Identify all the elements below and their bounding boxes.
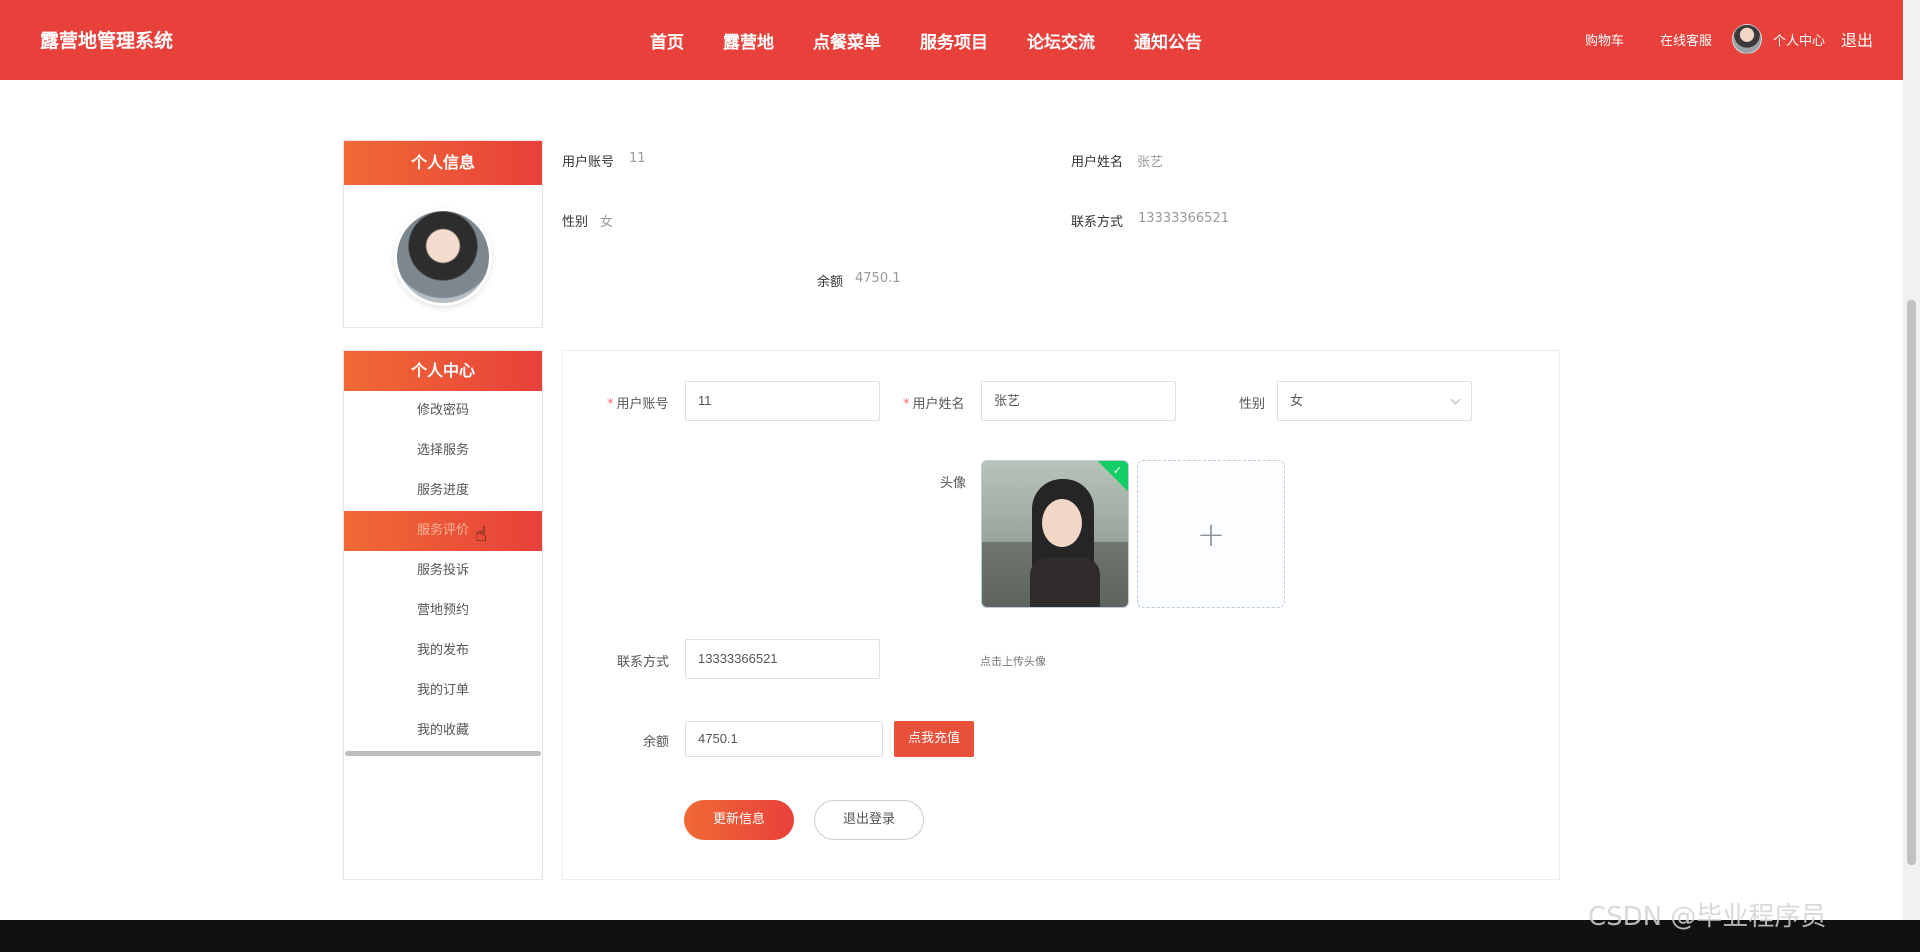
logout-link[interactable]: 退出 [1841,27,1873,51]
menu-title: 个人中心 [344,351,542,391]
account-field-label: * 用户账号 [607,393,669,412]
info-phone-label: 联系方式 [1071,215,1124,230]
balance-field-label: 余额 [643,735,670,750]
header-avatar[interactable] [1731,24,1762,54]
page-scrollbar-thumb[interactable] [1907,300,1916,865]
name-input[interactable]: 张艺 [981,381,1176,421]
csdn-watermark: CSDN @毕业程序员 [1588,902,1827,932]
nav-home[interactable]: 首页 [650,28,684,53]
gender-select-value: 女 [1290,393,1304,408]
avatar-field-label: 头像 [940,476,967,491]
info-name-value: 张艺 [1137,155,1164,170]
balance-input[interactable]: 4750.1 [685,721,883,757]
avatar-upload-button[interactable]: + [1137,460,1285,608]
profile-card-title: 个人信息 [344,141,542,185]
update-info-button[interactable]: 更新信息 [684,800,794,840]
check-icon: ✓ [1112,464,1122,477]
menu-item-service-progress[interactable]: 服务进度 [344,471,542,511]
info-balance-label: 余额 [817,275,844,290]
menu-list: 修改密码 选择服务 服务进度 服务评价 服务投诉 营地预约 我的发布 我的订单 … [344,391,542,751]
menu-item-change-password[interactable]: 修改密码 [344,391,542,431]
required-mark: * [903,397,910,412]
menu-item-my-posts[interactable]: 我的发布 [344,631,542,671]
info-name-label: 用户姓名 [1071,155,1124,170]
menu-item-service-review[interactable]: 服务评价 [344,511,542,551]
top-header: 露营地管理系统 首页 露营地 点餐菜单 服务项目 论坛交流 通知公告 购物车 在… [0,0,1903,80]
info-account-value: 11 [629,151,646,166]
nav-forum[interactable]: 论坛交流 [1027,28,1095,53]
phone-field-label: 联系方式 [617,655,670,670]
account-label-text: 用户账号 [616,397,669,412]
name-field-label: * 用户姓名 [903,393,965,412]
info-account-label: 用户账号 [562,155,615,170]
header-actions: 购物车 在线客服 个人中心 退出 [1549,24,1873,54]
nav-notices[interactable]: 通知公告 [1134,28,1202,53]
user-center-menu: 个人中心 修改密码 选择服务 服务进度 服务评价 服务投诉 营地预约 我的发布 … [343,350,543,880]
user-center-link[interactable]: 个人中心 [1773,30,1825,49]
gender-field-label: 性别 [1239,397,1266,412]
site-brand[interactable]: 露营地管理系统 [40,26,173,53]
avatar-face [1042,499,1082,547]
menu-item-service-complaint[interactable]: 服务投诉 [344,551,542,591]
account-input[interactable]: 11 [685,381,880,421]
nav-campsite[interactable]: 露营地 [723,28,774,53]
recharge-button[interactable]: 点我充值 [894,721,975,757]
menu-item-select-service[interactable]: 选择服务 [344,431,542,471]
gender-select[interactable]: 女 [1277,381,1472,421]
phone-input[interactable]: 13333366521 [685,639,880,679]
avatar-uploaded-image[interactable]: ✓ [981,460,1129,608]
plus-icon: + [1196,515,1226,555]
menu-scrollbar[interactable] [345,751,541,756]
online-support-link[interactable]: 在线客服 [1660,30,1712,49]
nav-services[interactable]: 服务项目 [920,28,988,53]
info-balance-value: 4750.1 [855,271,901,286]
hand-cursor-icon: ☝ [475,522,488,546]
cart-link[interactable]: 购物车 [1585,30,1624,49]
main-nav: 首页 露营地 点餐菜单 服务项目 论坛交流 通知公告 [650,28,1241,53]
nav-menu[interactable]: 点餐菜单 [813,28,881,53]
info-phone-value: 13333366521 [1138,211,1229,226]
menu-item-my-favorites[interactable]: 我的收藏 [344,711,542,751]
required-mark: * [607,397,614,412]
menu-item-campsite-booking[interactable]: 营地预约 [344,591,542,631]
chevron-down-icon [1450,394,1461,405]
page-scrollbar[interactable] [1903,0,1920,920]
profile-avatar [397,211,489,303]
info-gender-value: 女 [600,215,614,230]
menu-item-my-orders[interactable]: 我的订单 [344,671,542,711]
avatar-coat [1030,557,1100,607]
info-gender-label: 性别 [562,215,589,230]
name-label-text: 用户姓名 [912,397,965,412]
profile-edit-form: * 用户账号 11 * 用户姓名 张艺 性别 女 头像 ✓ + 联系方式 13333… [562,350,1560,880]
upload-tip-text: 点击上传头像 [980,655,1046,668]
logout-account-button[interactable]: 退出登录 [814,800,924,840]
profile-card: 个人信息 [343,140,543,328]
